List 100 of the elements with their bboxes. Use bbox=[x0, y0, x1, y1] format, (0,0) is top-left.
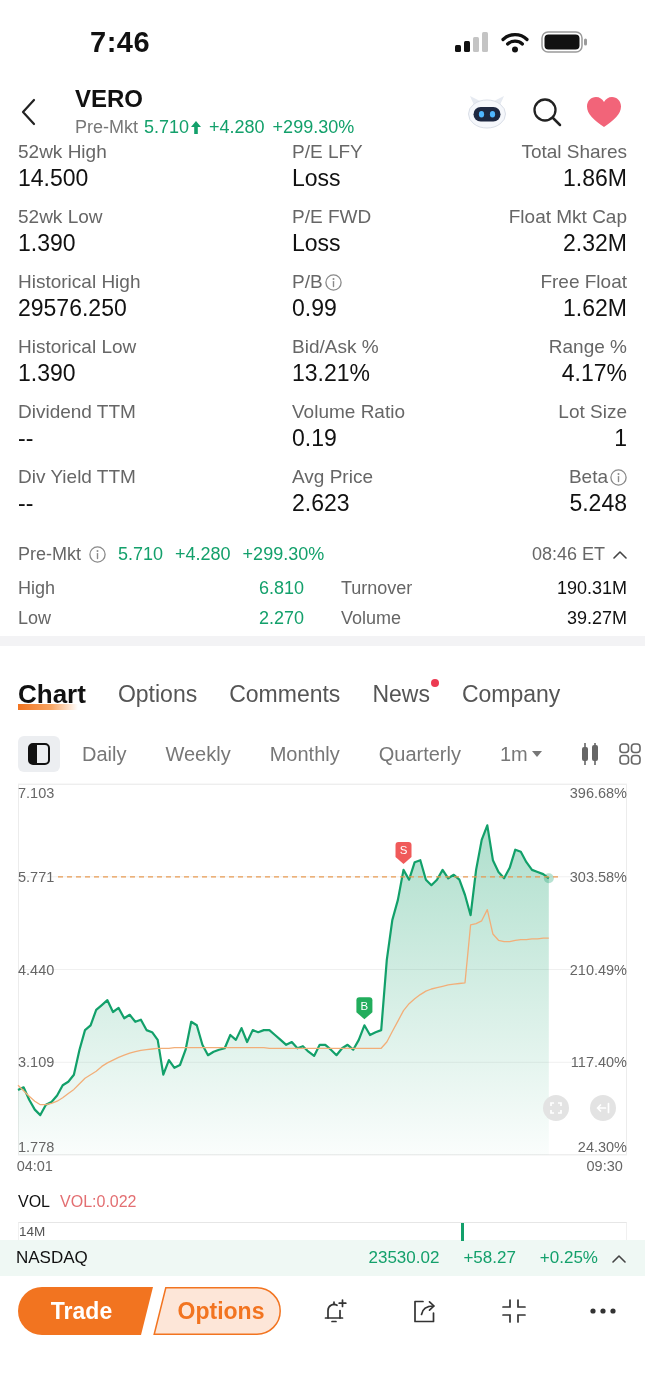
search-icon[interactable] bbox=[532, 97, 562, 127]
index-change-percent: +0.25% bbox=[539, 1248, 598, 1268]
stat-value: 4.17% bbox=[561, 359, 627, 387]
index-change: +58.27 bbox=[463, 1248, 516, 1268]
stat-label: Div Yield TTM bbox=[18, 465, 136, 489]
wifi-icon bbox=[501, 31, 529, 53]
stat-label: Range % bbox=[548, 335, 627, 359]
ticker-title: VERO bbox=[75, 86, 144, 112]
status-time: 7:46 bbox=[90, 25, 151, 59]
tab[interactable]: Options bbox=[117, 676, 198, 712]
info-icon[interactable] bbox=[610, 468, 627, 486]
candlestick-icon[interactable] bbox=[580, 742, 599, 766]
axis-label: 1.778 bbox=[18, 1139, 55, 1155]
chart-marker: S bbox=[395, 841, 412, 864]
session-time: 08:46 ET bbox=[531, 543, 605, 565]
period-tab[interactable]: Monthly bbox=[269, 736, 340, 772]
share-icon[interactable] bbox=[412, 1298, 438, 1324]
stat-value: 39.27M bbox=[566, 607, 627, 629]
grid-icon[interactable] bbox=[618, 743, 641, 765]
stat-value: -- bbox=[18, 489, 34, 517]
stat-value: Loss bbox=[292, 164, 341, 192]
caret-down-icon bbox=[531, 751, 542, 757]
axis-label: 396.68% bbox=[569, 785, 627, 801]
info-icon[interactable] bbox=[89, 545, 106, 563]
session-label: Pre-Mkt bbox=[75, 116, 138, 138]
change-percent: +299.30% bbox=[272, 116, 355, 138]
signal-icon bbox=[455, 32, 489, 52]
axis-label: 117.40% bbox=[570, 1054, 627, 1071]
options-button[interactable]: Options bbox=[153, 1287, 281, 1335]
axis-label: 09:30 bbox=[586, 1158, 623, 1174]
stat-value: Loss bbox=[292, 229, 341, 257]
endpoint-dot-icon bbox=[543, 873, 554, 884]
stat-label: Volume bbox=[341, 607, 402, 629]
stat-label: Historical High bbox=[18, 270, 141, 294]
tab[interactable]: Comments bbox=[229, 676, 341, 712]
session-label: Pre-Mkt bbox=[18, 543, 81, 565]
price-text: 5.710 bbox=[118, 543, 164, 565]
stat-value: 2.270 bbox=[258, 607, 304, 629]
period-tab[interactable]: 1m bbox=[499, 736, 542, 772]
stat-value: 0.19 bbox=[292, 424, 337, 452]
collapse-icon[interactable] bbox=[501, 1298, 527, 1324]
stat-value: 6.810 bbox=[258, 577, 304, 599]
axis-label: 303.58% bbox=[569, 868, 627, 885]
volume-label: VOL bbox=[18, 1193, 50, 1211]
tab[interactable]: News bbox=[372, 676, 439, 712]
change-text: +4.280 bbox=[175, 543, 231, 565]
stat-label: Low bbox=[18, 607, 52, 629]
stat-label: Float Mkt Cap bbox=[508, 205, 627, 229]
volume-bar bbox=[461, 1223, 464, 1241]
volume-reading: VOL:0.022 bbox=[60, 1193, 137, 1211]
caret-up-icon[interactable] bbox=[612, 1253, 626, 1263]
price-text: 5.710 bbox=[144, 116, 190, 138]
stat-label: P/B bbox=[292, 270, 323, 294]
stat-label: Historical Low bbox=[18, 335, 137, 359]
stat-label: 52wk High bbox=[18, 140, 107, 164]
stat-value: 1.86M bbox=[563, 164, 627, 192]
axis-label: 210.49% bbox=[569, 961, 627, 978]
stat-label: Free Float bbox=[540, 270, 627, 294]
stat-label: Dividend TTM bbox=[18, 400, 136, 424]
axis-label: 5.771 bbox=[18, 868, 55, 885]
back-icon[interactable] bbox=[20, 98, 36, 126]
stat-label: Volume Ratio bbox=[292, 400, 405, 424]
annotation: B bbox=[360, 999, 369, 1012]
stat-label: Total Shares bbox=[521, 140, 627, 164]
stat-label: 52wk Low bbox=[18, 205, 103, 229]
period-tab[interactable]: Quarterly bbox=[378, 736, 461, 772]
stat-value: 0.99 bbox=[292, 294, 337, 322]
trade-button[interactable]: Trade bbox=[18, 1287, 153, 1335]
change-percent: +299.30% bbox=[242, 543, 325, 565]
stat-label: Bid/Ask % bbox=[292, 335, 379, 359]
chart-marker: B bbox=[356, 997, 373, 1020]
axis-label: 4.440 bbox=[18, 961, 55, 978]
axis-label: 7.103 bbox=[18, 785, 55, 801]
stat-value: 1.390 bbox=[18, 229, 76, 257]
stat-value: 2.623 bbox=[292, 489, 350, 517]
annotation: S bbox=[399, 844, 408, 857]
stat-value: 1 bbox=[614, 424, 627, 452]
stat-label: Turnover bbox=[341, 577, 413, 599]
stat-label: P/E FWD bbox=[292, 205, 372, 229]
period-tab[interactable]: Daily bbox=[82, 736, 127, 772]
axis-label: 24.30% bbox=[577, 1139, 627, 1155]
stat-label: Beta bbox=[568, 465, 608, 489]
period-tab[interactable]: Weekly bbox=[165, 736, 231, 772]
info-icon[interactable] bbox=[324, 273, 342, 291]
stat-label: Avg Price bbox=[292, 465, 373, 489]
panel-toggle-icon[interactable] bbox=[18, 736, 60, 772]
stat-label: P/E LFY bbox=[292, 140, 363, 164]
stat-value: 14.500 bbox=[18, 164, 89, 192]
robot-icon[interactable] bbox=[466, 95, 508, 129]
tab[interactable]: Company bbox=[461, 676, 561, 712]
heart-icon[interactable] bbox=[586, 96, 622, 128]
index-name: NASDAQ bbox=[16, 1248, 88, 1268]
stat-value: 190.31M bbox=[556, 577, 627, 599]
stat-value: 2.32M bbox=[563, 229, 627, 257]
index-price: 23530.02 bbox=[368, 1248, 440, 1268]
more-icon[interactable] bbox=[590, 1308, 616, 1314]
bell-plus-icon[interactable] bbox=[323, 1298, 349, 1324]
caret-up-icon[interactable] bbox=[613, 549, 627, 559]
battery-icon bbox=[541, 31, 587, 53]
axis-label: 04:01 bbox=[16, 1158, 53, 1174]
